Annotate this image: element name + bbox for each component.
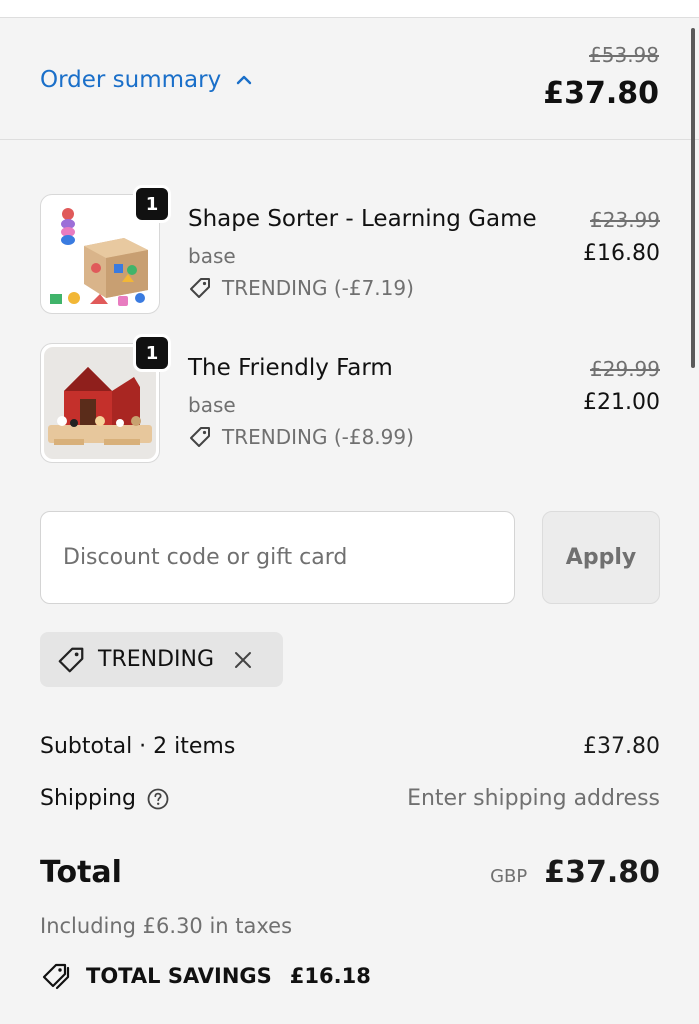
quantity-badge: 1	[133, 334, 171, 372]
subtotal-row: Subtotal · 2 items £37.80	[40, 734, 660, 764]
help-circle-icon[interactable]	[146, 787, 170, 811]
price: £21.00	[583, 390, 660, 415]
tags-icon	[42, 963, 70, 990]
item-discount-label: TRENDING (-£8.99)	[222, 425, 414, 449]
original-price: £23.99	[590, 208, 660, 232]
header-total: £37.80	[543, 76, 659, 111]
currency-code: GBP	[490, 866, 528, 887]
subtotal-value: £37.80	[583, 734, 660, 759]
order-summary-toggle[interactable]: Order summary	[40, 67, 253, 93]
tag-icon	[190, 427, 210, 447]
savings-value: £16.18	[289, 964, 371, 988]
price: £16.80	[583, 241, 660, 266]
applied-discount-chip: TRENDING	[40, 632, 283, 687]
total-label: Total	[40, 855, 122, 890]
total-savings: TOTAL SAVINGS £16.18	[40, 962, 371, 990]
product-variant: base	[188, 244, 236, 268]
tag-icon	[58, 647, 84, 672]
line-item: 1 Shape Sorter - Learning Game base TREN…	[40, 185, 660, 316]
item-discount: TRENDING (-£7.19)	[188, 276, 414, 300]
shipping-label-group: Shipping	[40, 786, 170, 811]
scrollbar[interactable]	[691, 28, 695, 368]
tag-icon	[190, 278, 210, 298]
savings-label: TOTAL SAVINGS	[86, 964, 272, 988]
shipping-value: Enter shipping address	[407, 786, 660, 811]
original-total: £53.98	[589, 43, 659, 67]
product-image: 1	[40, 185, 171, 314]
total-row: Total GBP £37.80	[40, 855, 660, 895]
chevron-up-icon	[237, 75, 252, 85]
order-summary-label: Order summary	[40, 67, 222, 93]
original-price: £29.99	[590, 357, 660, 381]
line-item: 1 The Friendly Farm base TRENDING (-£8.9…	[40, 334, 660, 465]
product-title: Shape Sorter - Learning Game	[188, 206, 537, 232]
item-discount-label: TRENDING (-£7.19)	[222, 276, 414, 300]
discount-code-input[interactable]	[40, 511, 515, 604]
total-value-group: GBP £37.80	[490, 855, 660, 890]
apply-button[interactable]: Apply	[542, 511, 660, 604]
subtotal-label: Subtotal · 2 items	[40, 734, 236, 759]
product-image: 1	[40, 334, 171, 463]
shipping-row: Shipping Enter shipping address	[40, 786, 660, 816]
product-variant: base	[188, 393, 236, 417]
taxes-note: Including £6.30 in taxes	[40, 914, 293, 938]
item-discount: TRENDING (-£8.99)	[188, 425, 414, 449]
applied-discount-code: TRENDING	[98, 647, 215, 672]
order-summary-header[interactable]: Order summary £53.98 £37.80	[0, 18, 699, 140]
quantity-badge: 1	[133, 185, 171, 223]
shipping-label: Shipping	[40, 786, 136, 811]
product-title: The Friendly Farm	[188, 355, 393, 381]
top-bar	[0, 0, 699, 18]
close-icon[interactable]	[232, 649, 254, 671]
total-value: £37.80	[544, 855, 660, 890]
